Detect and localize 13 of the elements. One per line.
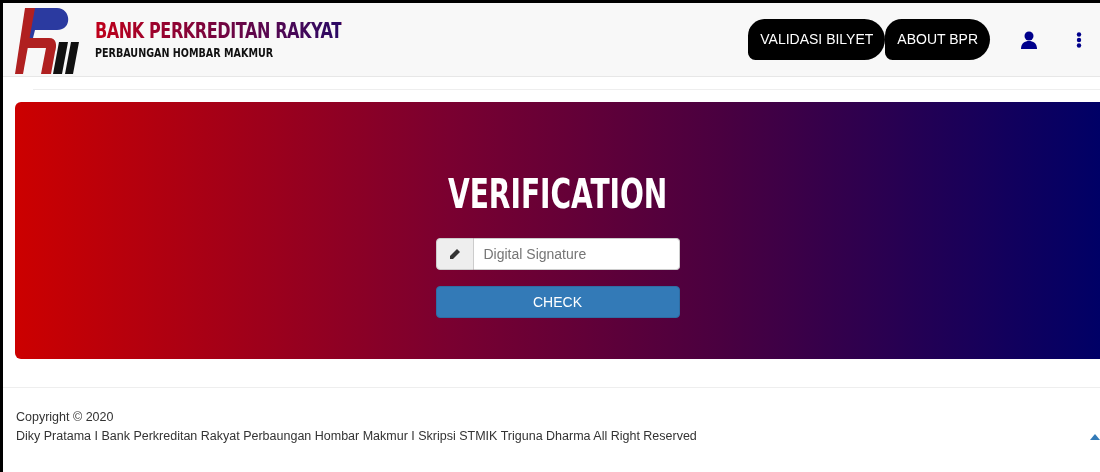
signature-field[interactable]: Digital Signature	[473, 238, 680, 270]
bank-logo	[15, 5, 79, 74]
footer-credits: Diky Pratama I Bank Perkreditan Rakyat Perbaungan Hombar Makmur I Skripsi STMIK Triguna Dharma All Right Reserved	[16, 428, 697, 445]
pencil-icon	[448, 247, 461, 261]
brand-subtitle: PERBAUNGAN HOMBAR MAKMUR	[95, 45, 275, 59]
check-button[interactable]: CHECK	[435, 286, 680, 318]
scroll-up-icon[interactable]	[1090, 434, 1100, 440]
verification-title: VERIFICATION	[447, 174, 668, 214]
nav-button[interactable]: ABOUT BPR	[885, 19, 990, 60]
more-menu-icon[interactable]	[1076, 31, 1082, 48]
copyright-text: Copyright © 2020	[16, 409, 115, 426]
nav-button[interactable]: VALIDASI BILYET	[748, 19, 886, 60]
user-icon[interactable]	[1020, 30, 1038, 49]
